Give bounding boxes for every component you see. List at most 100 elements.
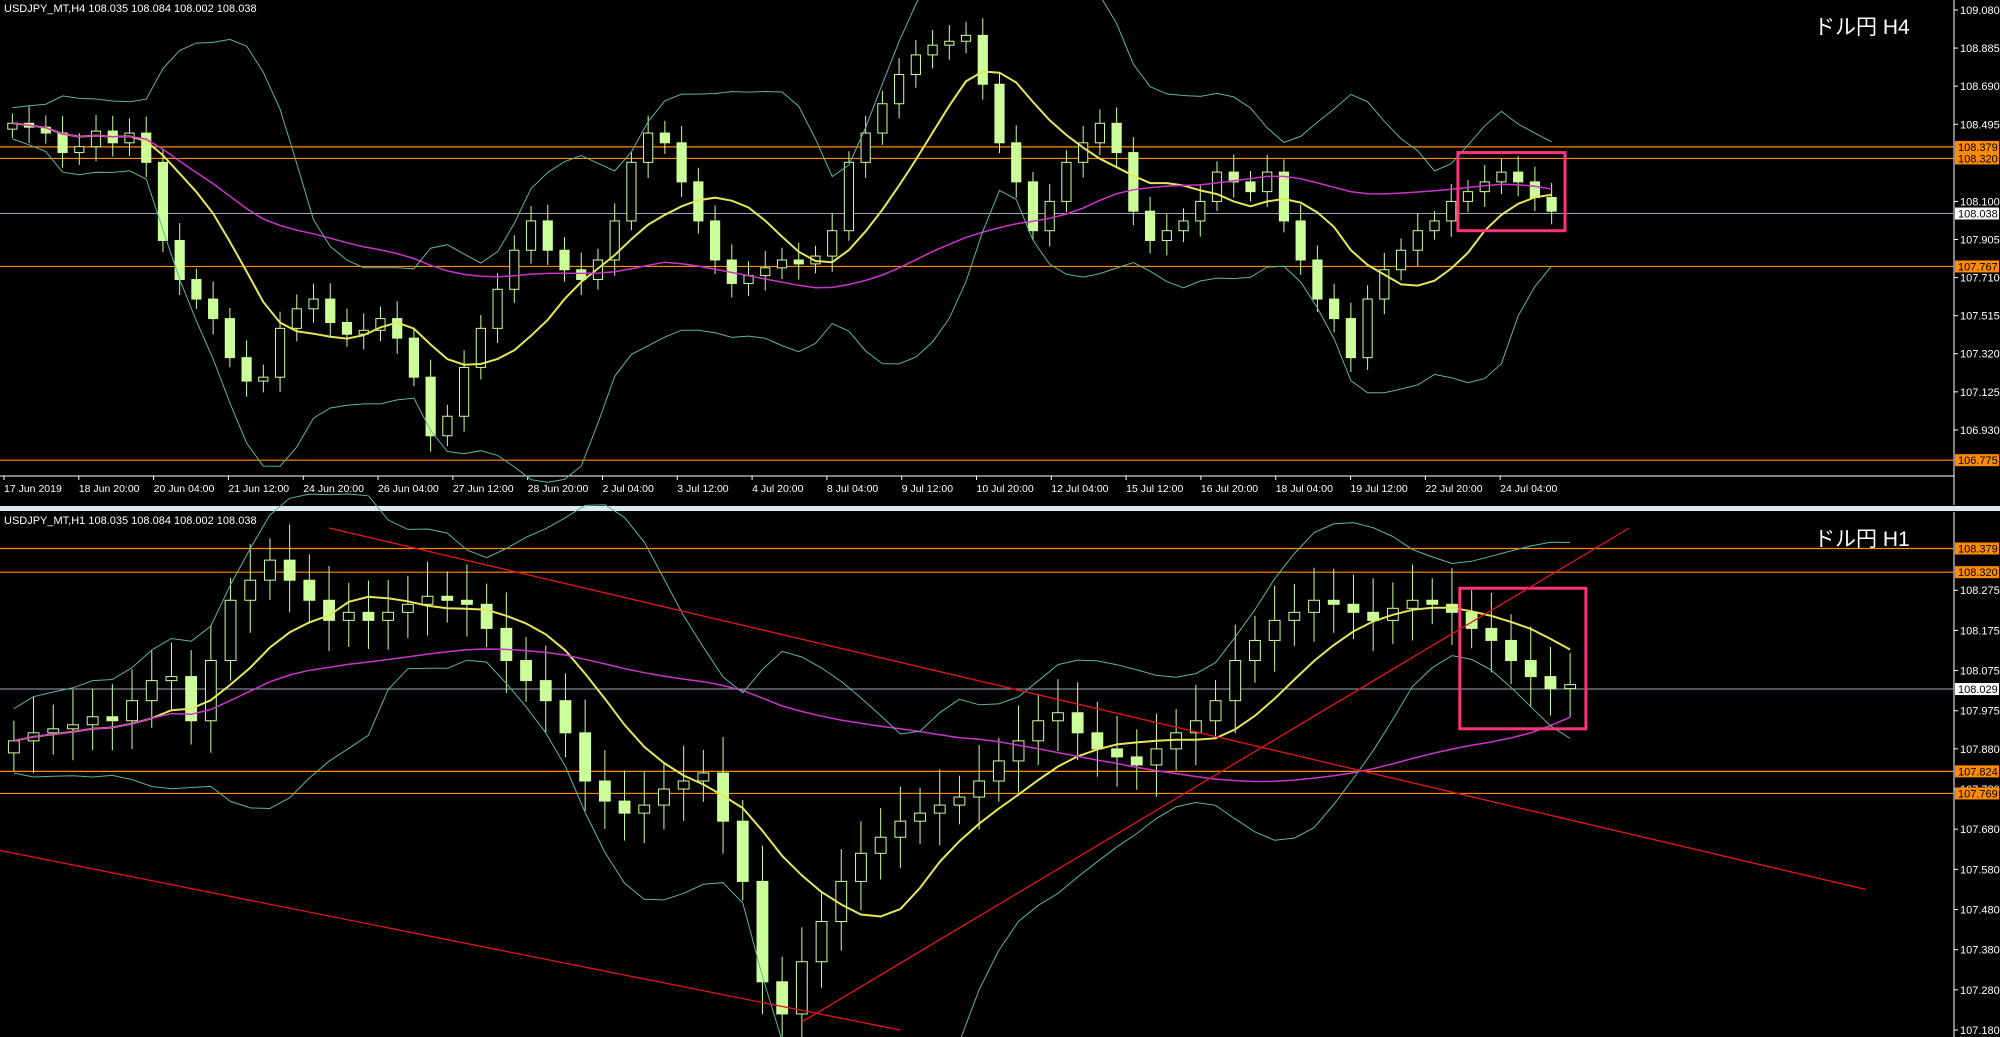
candle-down bbox=[425, 376, 436, 437]
y-tick-label: 107.680 bbox=[1960, 824, 2000, 836]
moving-average-slow-line bbox=[13, 648, 1571, 783]
candle-up bbox=[1429, 220, 1440, 232]
candle-up bbox=[401, 603, 414, 613]
y-tick-label: 108.175 bbox=[1960, 625, 2000, 637]
candle-up bbox=[382, 611, 395, 621]
candle-down bbox=[1524, 660, 1537, 678]
x-tick-label: 4 Jul 20:00 bbox=[752, 483, 804, 495]
candle-down bbox=[618, 800, 631, 814]
candle-up bbox=[860, 132, 871, 163]
candle-up bbox=[944, 40, 955, 46]
candle-down bbox=[208, 298, 219, 320]
x-tick-label: 17 Jun 2019 bbox=[4, 483, 62, 495]
candle-up bbox=[1178, 220, 1189, 232]
candle-up bbox=[492, 288, 503, 329]
candle-down bbox=[736, 820, 749, 882]
candle-up bbox=[973, 780, 986, 798]
candle-up bbox=[204, 660, 217, 722]
candle-down bbox=[224, 318, 235, 359]
highlight-box bbox=[1458, 586, 1588, 731]
candle-down bbox=[1327, 599, 1340, 605]
symbol-info-text: USDJPY_MT,H4 108.035 108.084 108.002 108… bbox=[4, 3, 257, 15]
candle-up bbox=[67, 724, 79, 730]
x-tick-label: 18 Jul 04:00 bbox=[1276, 483, 1333, 495]
candle-up bbox=[1012, 740, 1025, 762]
x-tick-label: 16 Jul 20:00 bbox=[1201, 483, 1258, 495]
candle-up bbox=[1161, 230, 1172, 241]
candle-up bbox=[1249, 639, 1261, 662]
candle-up bbox=[760, 267, 771, 277]
candle-down bbox=[480, 603, 493, 629]
candle-up bbox=[643, 132, 654, 163]
candle-up bbox=[1446, 200, 1457, 222]
bottom-panel: 108.275 108.175 108.075 107.975 107.880 107.7… bbox=[0, 493, 2000, 1037]
candle-up bbox=[827, 230, 838, 257]
candle-up bbox=[877, 103, 888, 134]
bollinger-lower-band bbox=[12, 138, 1552, 483]
candle-up bbox=[953, 796, 966, 806]
candle-up bbox=[894, 73, 905, 105]
x-tick-label: 20 Jun 04:00 bbox=[154, 483, 215, 495]
candle-down bbox=[576, 269, 587, 281]
candle-down bbox=[500, 627, 513, 662]
candle-up bbox=[86, 716, 99, 726]
candle-up bbox=[697, 772, 710, 782]
candle-down bbox=[1027, 181, 1039, 232]
candle-up bbox=[626, 161, 637, 222]
y-tick-label: 108.495 bbox=[1960, 119, 2000, 131]
y-tick-label: 107.580 bbox=[1960, 864, 2000, 876]
candle-up bbox=[1150, 748, 1163, 766]
y-tick-label: 107.710 bbox=[1960, 273, 2000, 285]
candle-up bbox=[1044, 200, 1055, 232]
candle-up bbox=[308, 298, 319, 310]
x-tick-label: 3 Jul 12:00 bbox=[677, 483, 729, 495]
price-level-label: 108.320 bbox=[1958, 567, 1998, 579]
candle-up bbox=[1032, 720, 1045, 742]
panel-separator bbox=[0, 506, 2000, 511]
candle-up bbox=[638, 804, 651, 814]
y-tick-label: 108.690 bbox=[1960, 81, 2000, 93]
candle-up bbox=[7, 740, 20, 754]
y-tick-label: 107.880 bbox=[1960, 744, 2000, 756]
candle-down bbox=[1245, 181, 1256, 193]
candle-up bbox=[1308, 599, 1320, 613]
y-tick-label: 107.975 bbox=[1960, 706, 2000, 718]
candle-down bbox=[174, 239, 185, 281]
x-tick-label: 10 Jul 20:00 bbox=[977, 483, 1034, 495]
candle-up bbox=[509, 249, 520, 290]
x-tick-label: 24 Jul 04:00 bbox=[1500, 483, 1557, 495]
candle-down bbox=[241, 357, 252, 382]
candle-down bbox=[520, 660, 532, 682]
trendline bbox=[801, 527, 1630, 1023]
candle-up bbox=[525, 220, 537, 251]
top-panel: 109.080 108.885 108.690 108.495 108.100 107.9… bbox=[0, 0, 2000, 505]
x-tick-label: 18 Jun 20:00 bbox=[79, 483, 140, 495]
price-level-label: 108.379 bbox=[1958, 543, 1998, 555]
symbol-info-text: USDJPY_MT,H1 108.035 108.084 108.002 108… bbox=[4, 515, 257, 527]
bollinger-lower-band bbox=[13, 655, 1571, 1037]
candle-up bbox=[1564, 684, 1577, 690]
candle-up bbox=[244, 579, 257, 601]
x-tick-label: 28 Jun 20:00 bbox=[528, 483, 589, 495]
x-tick-label: 8 Jul 04:00 bbox=[827, 483, 879, 495]
candle-down bbox=[1329, 298, 1340, 320]
price-level-label: 108.320 bbox=[1958, 153, 1998, 165]
candle-down bbox=[1513, 171, 1524, 183]
candle-up bbox=[815, 921, 828, 963]
candle-up bbox=[459, 366, 470, 417]
candle-down bbox=[542, 220, 553, 251]
y-tick-label: 107.125 bbox=[1960, 387, 2000, 399]
candle-up bbox=[1262, 171, 1273, 193]
candle-up bbox=[992, 760, 1005, 782]
candle-down bbox=[408, 337, 420, 378]
candle-up bbox=[776, 259, 788, 269]
candle-up bbox=[1362, 298, 1373, 359]
candle-up bbox=[1288, 611, 1301, 621]
candle-up bbox=[894, 820, 907, 838]
candle-down bbox=[141, 132, 152, 163]
candle-up bbox=[927, 44, 938, 56]
y-tick-label: 108.075 bbox=[1960, 666, 2000, 678]
candle-down bbox=[1312, 259, 1323, 300]
candle-up bbox=[1395, 249, 1407, 271]
candle-down bbox=[1144, 210, 1156, 241]
